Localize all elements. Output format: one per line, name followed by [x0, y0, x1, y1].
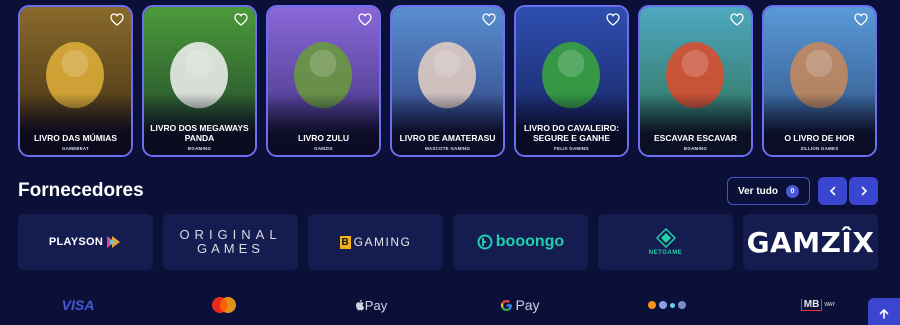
booongo-logo: booongo: [477, 233, 564, 251]
arrow-up-icon: [879, 308, 889, 319]
payment-methods: VISA Pay Pay MB WAY: [0, 292, 900, 318]
carousel-prev-button[interactable]: [818, 177, 847, 205]
litecoin-icon: [678, 301, 686, 309]
game-title: LIVRO DO CAVALEIRO: SEGURE E GANHE: [523, 123, 620, 143]
provider-gamzix[interactable]: GAMZÎX: [743, 214, 878, 270]
favorite-heart-icon[interactable]: [358, 13, 372, 26]
ethereum-icon: [659, 301, 667, 309]
google-g-icon: [501, 299, 513, 311]
favorite-heart-icon[interactable]: [854, 13, 868, 26]
game-provider: ZILLION GAMES: [800, 146, 839, 151]
game-provider: BGAMING: [187, 146, 212, 151]
google-pay-logo: Pay: [500, 292, 540, 318]
game-provider: GAMZIX: [314, 146, 333, 151]
carousel-next-button[interactable]: [849, 177, 878, 205]
mastercard-icon: [208, 292, 240, 318]
favorite-heart-icon[interactable]: [234, 13, 248, 26]
game-provider: GAMEBEAT: [61, 146, 90, 151]
game-title: O LIVRO DE HOR: [784, 133, 855, 143]
game-card[interactable]: ESCAVAR ESCAVAR BGAMING: [638, 5, 753, 157]
game-card[interactable]: LIVRO DO CAVALEIRO: SEGURE E GANHE FELIX …: [514, 5, 629, 157]
mb-way-logo: MB WAY: [798, 292, 838, 318]
game-card[interactable]: LIVRO ZULU GAMZIX: [266, 5, 381, 157]
game-carousel: LIVRO DAS MÚMIAS GAMEBEAT LIVRO DOS MEGAWA…: [18, 5, 877, 157]
see-all-label: Ver tudo: [737, 185, 778, 197]
game-provider: MASCOTE GAMING: [424, 146, 471, 151]
ripple-icon: [670, 302, 675, 308]
gamzix-logo-text: GAMZÎX: [746, 225, 875, 259]
favorite-heart-icon[interactable]: [482, 13, 496, 26]
game-card[interactable]: LIVRO DAS MÚMIAS GAMEBEAT: [18, 5, 133, 157]
game-card[interactable]: O LIVRO DE HOR ZILLION GAMES: [762, 5, 877, 157]
favorite-heart-icon[interactable]: [110, 13, 124, 26]
game-card[interactable]: LIVRO DE AMATERASU MASCOTE GAMING: [390, 5, 505, 157]
bitcoin-icon: [648, 301, 656, 309]
game-title: LIVRO DAS MÚMIAS: [33, 133, 118, 143]
original-games-logo: ORIGINAL GAMES: [179, 227, 282, 256]
provider-original-games[interactable]: ORIGINAL GAMES: [163, 214, 298, 270]
provider-booongo[interactable]: booongo: [453, 214, 588, 270]
bgaming-logo: B GAMING: [339, 235, 412, 249]
providers-count-badge: 0: [786, 184, 799, 198]
providers-list: PLAYSON ORIGINAL GAMES B GAMING booongo N…: [18, 214, 878, 270]
game-provider: FELIX GAMING: [554, 146, 589, 151]
playson-logo-text: PLAYSON: [48, 236, 104, 248]
see-all-button[interactable]: Ver tudo 0: [727, 177, 810, 205]
game-provider: BGAMING: [683, 146, 708, 151]
game-title: LIVRO ZULU: [298, 133, 349, 143]
game-title: ESCAVAR ESCAVAR: [654, 133, 737, 143]
game-title: LIVRO DOS MEGAWAYS PANDA: [150, 123, 249, 143]
visa-logo: VISA: [61, 297, 95, 313]
favorite-heart-icon[interactable]: [730, 13, 744, 26]
netgame-diamond-icon: [655, 228, 676, 248]
provider-netgame[interactable]: NETGAME: [598, 214, 733, 270]
provider-bgaming[interactable]: B GAMING: [308, 214, 443, 270]
playson-play-icon: [107, 236, 121, 248]
chevron-right-icon: [861, 186, 867, 196]
providers-title: Fornecedores: [18, 180, 144, 201]
game-title: LIVRO DE AMATERASU: [399, 133, 496, 143]
booongo-b-icon: [477, 234, 493, 250]
crypto-icons: [644, 292, 690, 318]
provider-playson[interactable]: PLAYSON: [18, 214, 153, 270]
apple-pay-logo: Pay: [353, 292, 389, 318]
scroll-to-top-button[interactable]: [868, 298, 900, 325]
chevron-left-icon: [829, 186, 835, 196]
game-card[interactable]: LIVRO DOS MEGAWAYS PANDA BGAMING: [142, 5, 257, 157]
favorite-heart-icon[interactable]: [606, 13, 620, 26]
apple-icon: [355, 299, 364, 311]
